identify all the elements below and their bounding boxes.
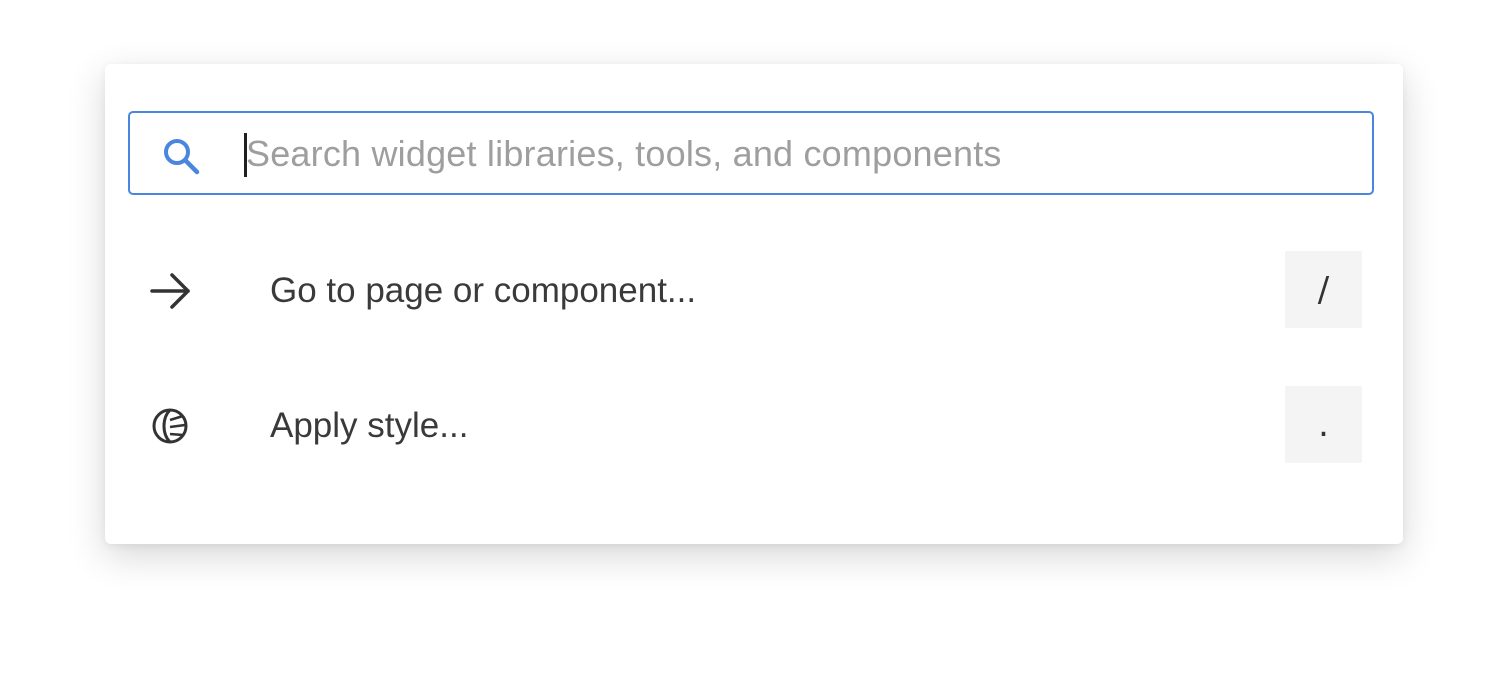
search-input[interactable]	[246, 123, 1346, 185]
page: Go to page or component... / Apply style…	[0, 0, 1508, 686]
command-palette: Go to page or component... / Apply style…	[105, 64, 1403, 544]
search-box[interactable]	[128, 111, 1374, 195]
command-apply-style[interactable]: Apply style... .	[128, 386, 1374, 466]
text-caret	[244, 133, 247, 177]
style-leaf-icon	[152, 408, 188, 444]
command-label: Go to page or component...	[270, 271, 697, 310]
arrow-right-icon	[150, 273, 190, 309]
search-icon	[164, 139, 200, 175]
command-go-to-page[interactable]: Go to page or component... /	[128, 251, 1374, 331]
shortcut-key: .	[1285, 386, 1362, 463]
shortcut-key: /	[1285, 251, 1362, 328]
command-label: Apply style...	[270, 406, 469, 445]
